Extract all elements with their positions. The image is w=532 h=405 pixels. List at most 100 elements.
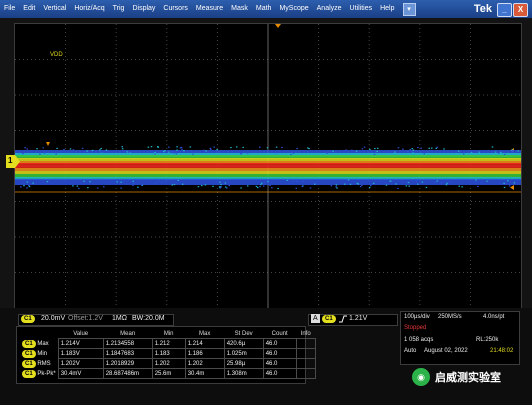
- waveform-noise: [247, 152, 249, 153]
- waveform-noise: [362, 181, 364, 182]
- waveform-label: VDD: [50, 52, 63, 58]
- channel-1-marker[interactable]: 1: [6, 155, 20, 168]
- measurements-table[interactable]: Value Mean Min Max St Dev Count Info C1 Max 1.2…: [20, 329, 316, 379]
- waveform-noise: [289, 182, 291, 183]
- menu-item-trig[interactable]: Trig: [109, 0, 129, 18]
- minimize-button[interactable]: _: [497, 3, 512, 17]
- menu-dropdown-icon[interactable]: ▾: [403, 3, 416, 16]
- waveform-noise: [332, 151, 334, 152]
- waveform-noise: [22, 182, 24, 183]
- menu-item-measure[interactable]: Measure: [192, 0, 227, 18]
- waveform-noise: [63, 149, 65, 150]
- measurement-stdev-cell: 25.98µ: [224, 359, 263, 369]
- waveform-noise: [173, 152, 175, 153]
- waveform-noise: [360, 186, 362, 187]
- waveform-noise: [182, 184, 184, 185]
- waveform-noise: [26, 148, 28, 149]
- menu-item-horiz-acq[interactable]: Horiz/Acq: [70, 0, 108, 18]
- table-row[interactable]: C1 Pk-Pk* 30.4mV 28.687486m 25.6m 30.4m 1.308…: [20, 369, 315, 379]
- waveform-noise: [210, 148, 212, 149]
- measurement-count-cell: 46.0: [263, 369, 296, 379]
- menu-item-help[interactable]: Help: [376, 0, 398, 18]
- waveform-noise: [434, 182, 436, 183]
- menu-item-myscope[interactable]: MyScope: [275, 0, 312, 18]
- waveform-noise: [203, 150, 205, 151]
- waveform-noise: [151, 146, 153, 147]
- waveform-noise: [174, 184, 176, 185]
- channel-bandwidth: BW:20.0M: [132, 315, 165, 322]
- measurement-value-cell: 1.183V: [58, 349, 103, 359]
- waveform-noise: [121, 146, 123, 147]
- waveform-noise: [335, 186, 337, 187]
- waveform-noise: [218, 151, 220, 152]
- measurement-info-cell: [296, 359, 315, 369]
- waveform-noise: [406, 185, 408, 186]
- waveform-noise: [165, 180, 167, 181]
- waveform-noise: [47, 181, 49, 182]
- measurement-info-cell: [296, 349, 315, 359]
- waveform-noise: [269, 185, 271, 186]
- measurement-info-cell: [296, 339, 315, 349]
- table-row[interactable]: C1 Max 1.214V 1.2134558 1.212 1.214 420.6µ 46.…: [20, 339, 315, 349]
- row-channel-badge: C1: [22, 370, 36, 378]
- waveform-noise: [22, 153, 24, 154]
- waveform-noise: [259, 147, 261, 148]
- close-button[interactable]: X: [513, 3, 528, 17]
- waveform-noise: [55, 153, 57, 154]
- measurement-stdev-cell: 420.6µ: [224, 339, 263, 349]
- waveform-noise: [146, 179, 148, 180]
- waveform-persistence-band: [15, 163, 521, 168]
- menu-item-cursors[interactable]: Cursors: [159, 0, 192, 18]
- waveform-noise: [240, 187, 242, 188]
- waveform-noise: [20, 186, 22, 187]
- menu-item-display[interactable]: Display: [128, 0, 159, 18]
- table-row[interactable]: C1 Min 1.183V 1.1847683 1.183 1.186 1.025m 46.…: [20, 349, 315, 359]
- waveform-noise: [261, 183, 263, 184]
- measurement-max-cell: 30.4m: [185, 369, 224, 379]
- waveform-noise: [376, 151, 378, 152]
- waveform-noise: [398, 147, 400, 148]
- waveform-noise: [509, 185, 511, 186]
- waveform-display[interactable]: [14, 23, 522, 309]
- waveform-noise: [336, 184, 338, 185]
- waveform-noise: [212, 153, 214, 154]
- waveform-noise: [126, 150, 128, 151]
- measurement-info-cell: [296, 369, 315, 379]
- waveform-noise: [449, 179, 451, 180]
- waveform-noise: [236, 146, 238, 147]
- waveform-noise: [292, 181, 294, 182]
- waveform-noise: [446, 184, 448, 185]
- measurement-mean-cell: 1.2134558: [103, 339, 152, 349]
- measurements-header-cell: Mean: [103, 329, 152, 339]
- waveform-noise: [463, 153, 465, 154]
- waveform-noise: [276, 147, 278, 148]
- waveform-noise: [437, 180, 439, 181]
- waveform-noise: [503, 183, 505, 184]
- waveform-noise: [276, 152, 278, 153]
- waveform-noise: [225, 186, 227, 187]
- waveform-noise: [303, 180, 305, 181]
- menu-item-analyze[interactable]: Analyze: [313, 0, 346, 18]
- waveform-noise: [183, 150, 185, 151]
- measurement-stdev-cell: 1.308m: [224, 369, 263, 379]
- menu-item-math[interactable]: Math: [252, 0, 276, 18]
- measurements-header-cell: Min: [152, 329, 185, 339]
- waveform-noise: [39, 154, 41, 155]
- time-per-div: 100µs/div: [404, 314, 430, 320]
- waveform-noise: [32, 183, 34, 184]
- waveform-noise: [220, 186, 222, 187]
- menu-item-utilities[interactable]: Utilities: [346, 0, 377, 18]
- menu-item-mask[interactable]: Mask: [227, 0, 252, 18]
- waveform-noise: [327, 153, 329, 154]
- waveform-noise: [422, 182, 424, 183]
- waveform-noise: [478, 152, 480, 153]
- waveform-noise: [278, 150, 280, 151]
- menu-item-vertical[interactable]: Vertical: [39, 0, 70, 18]
- menu-item-file[interactable]: File: [0, 0, 19, 18]
- table-row[interactable]: C1 RMS 1.202V 1.2018929 1.202 1.202 25.98µ 46.…: [20, 359, 315, 369]
- measurement-mean-cell: 28.687486m: [103, 369, 152, 379]
- waveform-noise: [428, 148, 430, 149]
- menu-item-edit[interactable]: Edit: [19, 0, 39, 18]
- waveform-noise: [158, 180, 160, 181]
- waveform-noise: [302, 186, 304, 187]
